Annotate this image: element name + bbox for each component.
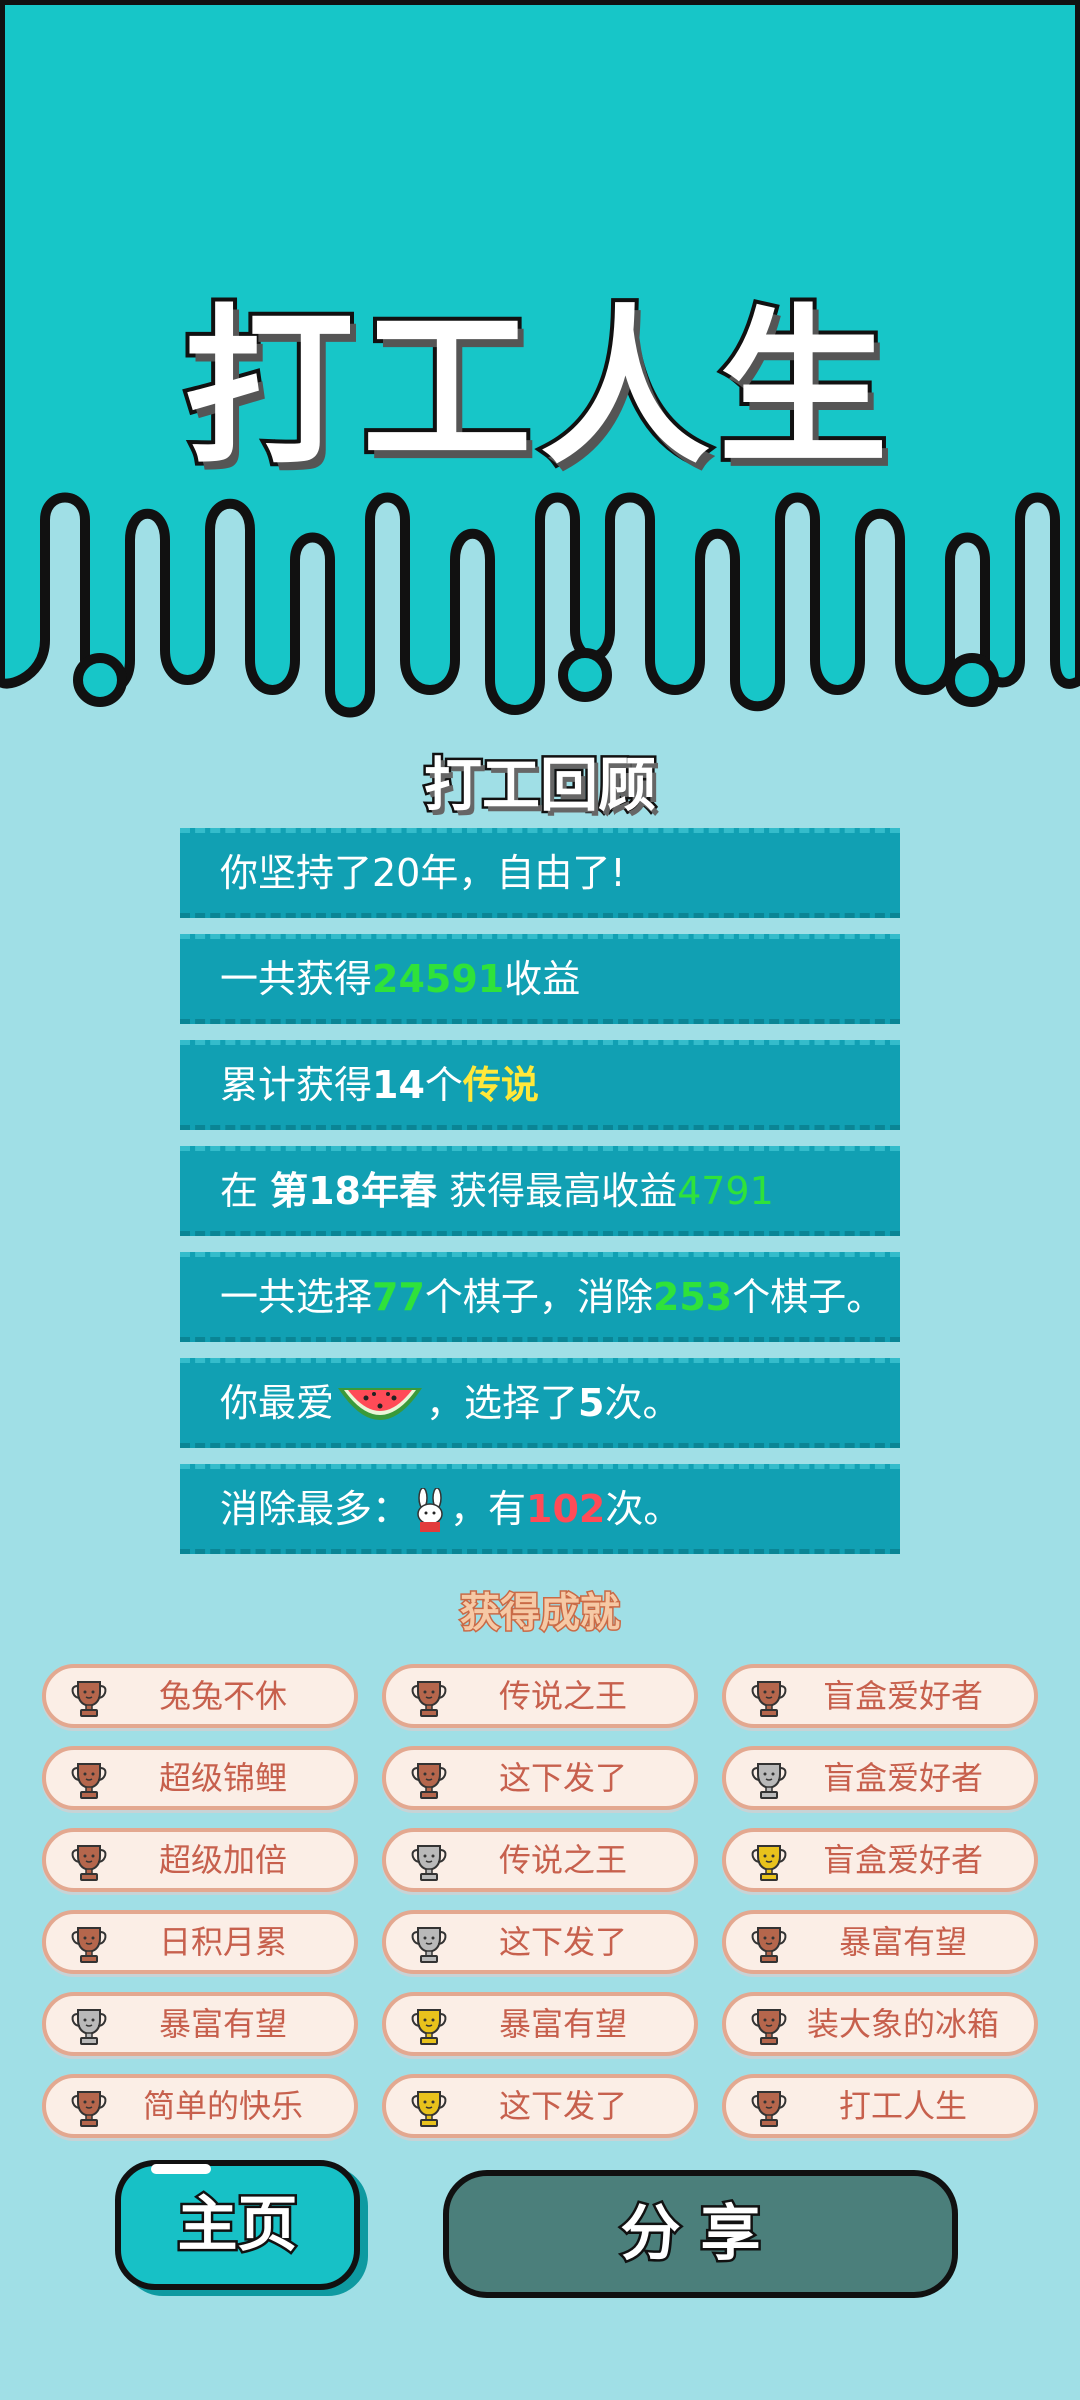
button-highlight	[151, 2164, 211, 2174]
pieces-mid: 个棋子，消除	[424, 1275, 653, 1319]
achievement-label: 打工人生	[838, 2087, 967, 2125]
favorite-mid: ，选择了	[426, 1381, 579, 1425]
achievement-label: 日积月累	[158, 1923, 287, 1961]
pieces-suffix: 个棋子。	[732, 1275, 885, 1319]
review-income: 一共获得24591收益	[180, 934, 900, 1024]
achievement-label: 暴富有望	[838, 1923, 967, 1961]
pieces-chosen: 77	[372, 1275, 425, 1319]
achievement-badge: 盲盒爱好者	[722, 1664, 1038, 1728]
removed-count: 102	[526, 1487, 606, 1531]
home-button-label: 主页	[175, 2188, 300, 2263]
achievement-badge: 兔兔不休	[42, 1664, 358, 1728]
home-button[interactable]: 主页	[115, 2160, 360, 2290]
removed-suffix: 次。	[605, 1487, 682, 1531]
rabbit-icon	[417, 1486, 443, 1532]
review-best-season: 在 第18年春 获得最高收益4791	[180, 1146, 900, 1236]
achievement-badge: 传说之王	[382, 1664, 698, 1728]
achievement-label: 装大象的冰箱	[806, 2005, 999, 2043]
pieces-prefix: 一共选择	[220, 1275, 373, 1319]
favorite-count: 5	[578, 1381, 605, 1425]
achievement-badge: 这下发了	[382, 1910, 698, 1974]
game-title: 打工人生	[180, 286, 896, 492]
favorite-prefix: 你最爱	[220, 1381, 335, 1425]
achievement-label: 超级锦鲤	[158, 1759, 287, 1797]
achievement-label: 超级加倍	[158, 1841, 287, 1879]
review-legend: 累计获得14个传说	[180, 1040, 900, 1130]
achievement-label: 暴富有望	[158, 2005, 287, 2043]
achievement-badge: 超级加倍	[42, 1828, 358, 1892]
achievement-badge: 简单的快乐	[42, 2074, 358, 2138]
achievement-label: 这下发了	[498, 1759, 627, 1797]
achievement-badge: 打工人生	[722, 2074, 1038, 2138]
review-most-removed: 消除最多： ，有102次。	[180, 1464, 900, 1554]
years-text: 你坚持了20年，自由了!	[220, 851, 626, 895]
removed-mid: ，有	[450, 1487, 527, 1531]
season-label: 获得最高收益	[436, 1169, 678, 1213]
achievement-badge: 暴富有望	[382, 1992, 698, 2056]
review-years: 你坚持了20年，自由了!	[180, 828, 900, 918]
achievement-label: 盲盒爱好者	[822, 1677, 983, 1715]
achievement-label: 暴富有望	[498, 2005, 627, 2043]
achievement-badge: 盲盒爱好者	[722, 1828, 1038, 1892]
legend-tag: 传说	[462, 1063, 539, 1107]
season-value: 4791	[677, 1169, 774, 1213]
achievement-badge: 这下发了	[382, 1746, 698, 1810]
watermelon-icon	[338, 1387, 423, 1420]
achievement-badge: 暴富有望	[722, 1910, 1038, 1974]
achievement-badge: 传说之王	[382, 1828, 698, 1892]
achievements-heading: 获得成就	[459, 1589, 622, 1638]
achievements-grid: 兔兔不休 传说之王 盲盒爱好者 超级锦鲤 这下发了 盲盒爱好者 超级加倍 传说之王 盲盒爱好者日…	[42, 1664, 1040, 2138]
favorite-suffix: 次。	[604, 1381, 681, 1425]
season-name: 第18年春	[270, 1169, 437, 1213]
achievement-label: 盲盒爱好者	[822, 1841, 983, 1879]
legend-unit: 个	[424, 1063, 463, 1107]
achievement-label: 传说之王	[498, 1841, 627, 1879]
achievement-badge: 装大象的冰箱	[722, 1992, 1038, 2056]
achievement-label: 这下发了	[498, 2087, 627, 2125]
review-list: 你坚持了20年，自由了! 一共获得24591收益 累计获得14个传说 在 第18…	[180, 828, 900, 1570]
achievement-label: 盲盒爱好者	[822, 1759, 983, 1797]
achievement-badge: 盲盒爱好者	[722, 1746, 1038, 1810]
achievement-label: 简单的快乐	[142, 2087, 303, 2125]
removed-prefix: 消除最多：	[220, 1487, 411, 1531]
review-favorite: 你最爱 ，选择了5次。	[180, 1358, 900, 1448]
achievement-label: 兔兔不休	[158, 1677, 287, 1715]
share-button-label: 分享	[618, 2197, 781, 2272]
achievement-badge: 暴富有望	[42, 1992, 358, 2056]
legend-count: 14	[372, 1063, 425, 1107]
pieces-removed: 253	[652, 1275, 733, 1319]
share-button[interactable]: 分享	[443, 2170, 958, 2298]
review-heading: 打工回顾	[421, 749, 658, 822]
achievement-badge: 这下发了	[382, 2074, 698, 2138]
season-prefix: 在	[220, 1169, 271, 1213]
achievement-label: 传说之王	[498, 1677, 627, 1715]
achievement-badge: 日积月累	[42, 1910, 358, 1974]
achievement-label: 这下发了	[498, 1923, 627, 1961]
legend-label: 累计获得	[220, 1063, 373, 1107]
review-pieces: 一共选择77个棋子，消除253个棋子。	[180, 1252, 900, 1342]
income-suffix: 收益	[504, 957, 581, 1001]
income-label: 一共获得	[220, 957, 373, 1001]
achievement-badge: 超级锦鲤	[42, 1746, 358, 1810]
income-value: 24591	[372, 957, 505, 1001]
